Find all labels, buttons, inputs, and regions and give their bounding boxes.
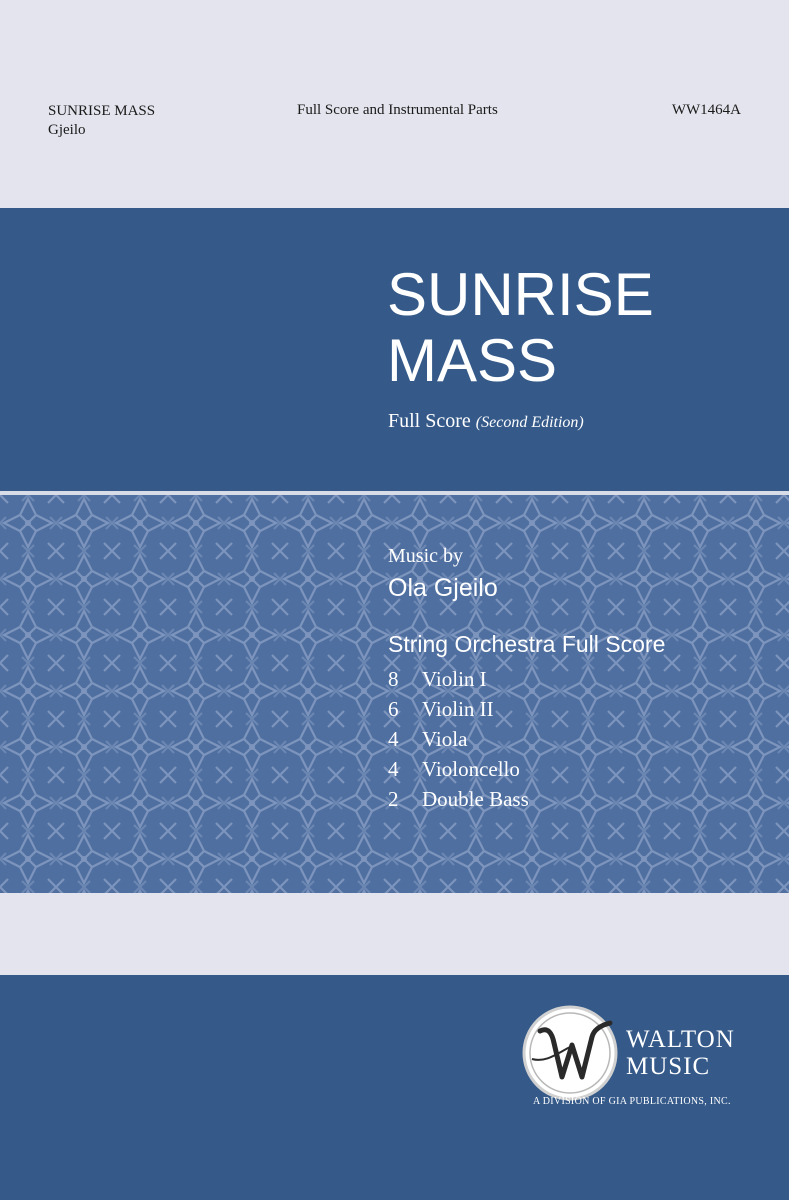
music-by-label: Music by — [388, 545, 463, 567]
credits: Music by Ola Gjeilo String Orchestra Ful… — [388, 545, 665, 814]
logo-line2: MUSIC — [626, 1053, 711, 1080]
part-count: 4 — [388, 757, 399, 781]
part-count: 2 — [388, 787, 399, 811]
lower-gap — [0, 893, 789, 975]
part-name: Viola — [422, 727, 468, 751]
ensemble-label: String Orchestra Full Score — [388, 631, 666, 657]
header-edition-type: Full Score and Instrumental Parts — [297, 102, 498, 118]
parts-list: 8 Violin I 6 Violin II 4 Viola 4 Violonc… — [388, 664, 665, 814]
part-name: Violoncello — [422, 757, 520, 781]
part-name: Violin I — [422, 667, 487, 691]
header-composer: Gjeilo — [48, 122, 86, 138]
logo-line1: WALTON — [626, 1026, 735, 1053]
header-title: SUNRISE MASS — [48, 103, 156, 119]
part-row: 6 Violin II — [388, 694, 665, 724]
walton-music-wordmark: WALTON MUSIC — [626, 1026, 735, 1080]
header-left: SUNRISE MASS Gjeilo — [48, 102, 155, 140]
part-row: 4 Viola — [388, 724, 665, 754]
part-row: 2 Double Bass — [388, 784, 665, 814]
part-count: 8 — [388, 667, 399, 691]
part-name: Double Bass — [422, 787, 529, 811]
part-row: 8 Violin I — [388, 664, 665, 694]
cover-title-line2: MASS — [387, 327, 558, 394]
publisher-tagline: A DIVISION OF GIA PUBLICATIONS, INC. — [533, 1096, 731, 1107]
header-band: SUNRISE MASS Gjeilo Full Score and Instr… — [0, 0, 789, 208]
part-name: Violin II — [422, 697, 494, 721]
header-catalog-number: WW1464A — [671, 102, 741, 118]
cover-title-line1: SUNRISE — [387, 261, 654, 328]
part-count: 4 — [388, 727, 399, 751]
composer-name: Ola Gjeilo — [388, 574, 498, 602]
subtitle-text: Full Score — [388, 410, 471, 432]
edition-text: (Second Edition) — [475, 414, 584, 431]
part-row: 4 Violoncello — [388, 754, 665, 784]
cover-subtitle: Full Score (Second Edition) — [388, 410, 584, 433]
cover-title: SUNRISE MASS — [387, 262, 654, 394]
part-count: 6 — [388, 697, 399, 721]
